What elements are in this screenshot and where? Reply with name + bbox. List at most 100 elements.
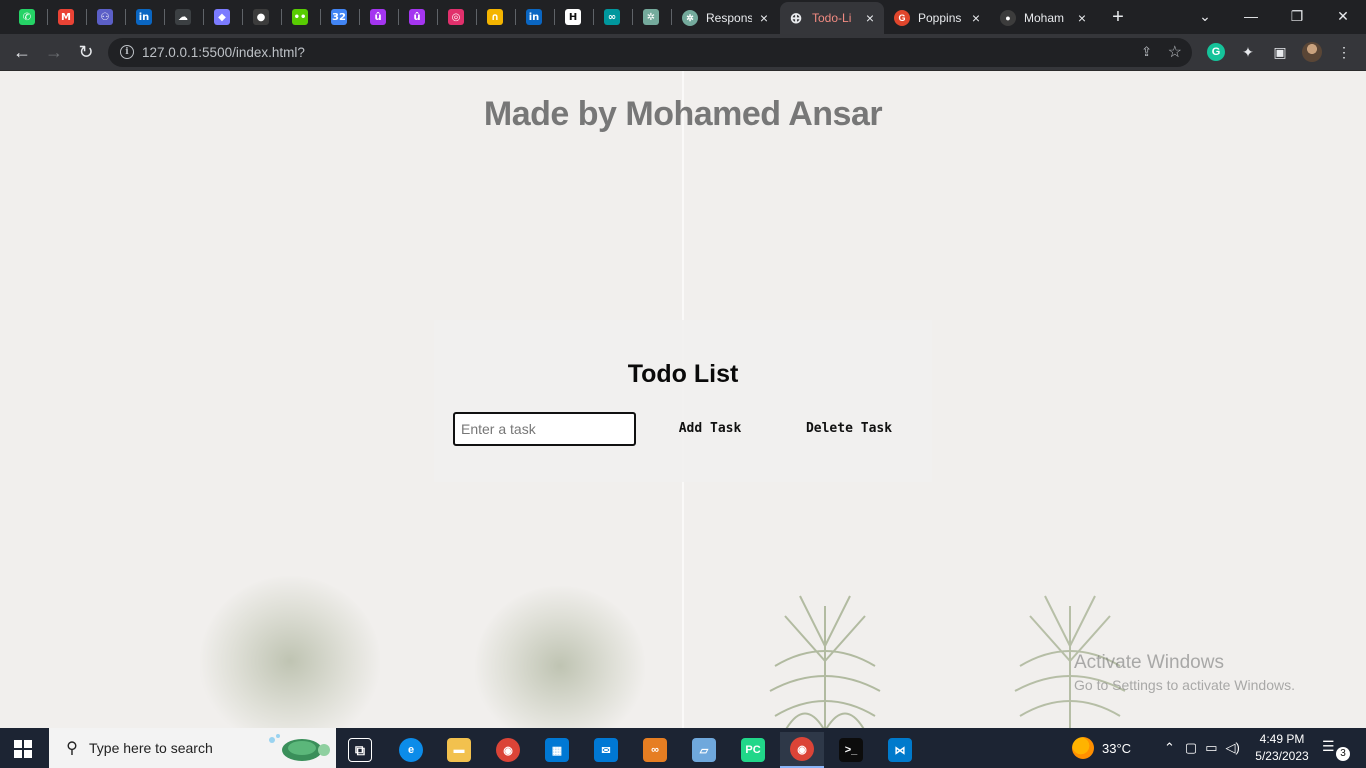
pinned-tab[interactable]: ✲	[632, 4, 670, 30]
taskbar-app[interactable]: ⋈	[878, 732, 922, 768]
pinned-tab[interactable]: ∞	[593, 4, 631, 30]
bookmark-star-icon[interactable]: ☆	[1168, 42, 1182, 62]
pinned-tab[interactable]: ◆	[203, 4, 241, 30]
activation-watermark-title: Activate Windows	[1074, 652, 1224, 673]
taskbar-app[interactable]: ▱	[682, 732, 726, 768]
extensions-puzzle-icon[interactable]: ✦	[1238, 42, 1258, 62]
chatgpt-icon: ✲	[643, 9, 659, 25]
pinned-tab[interactable]: in	[125, 4, 163, 30]
taskbar-app[interactable]: PC	[731, 732, 775, 768]
browser-tab[interactable]: G Poppins ×	[886, 2, 990, 34]
diamond-icon: ◆	[214, 9, 230, 25]
github-icon: ●	[1000, 10, 1016, 26]
show-hidden-icons-chevron-icon[interactable]: ⌃	[1164, 740, 1175, 756]
tab-label: Todo-Li	[812, 11, 852, 25]
task-input[interactable]	[453, 412, 636, 446]
pinned-tab[interactable]: M	[47, 4, 85, 30]
reload-button[interactable]: ↻	[72, 38, 100, 66]
tab-close-icon[interactable]: ×	[758, 10, 770, 26]
tab-close-icon[interactable]: ×	[970, 10, 982, 26]
browser-tab[interactable]: ⊕ Todo-Li ×	[780, 2, 884, 34]
network-icon[interactable]: ▭	[1205, 740, 1217, 756]
weather-icon	[1072, 737, 1094, 759]
tab-search-button[interactable]: ⌄	[1182, 0, 1228, 32]
clock-date: 5/23/2023	[1255, 749, 1309, 763]
volume-icon[interactable]: ◁)	[1226, 740, 1240, 756]
badge-32-icon: 32	[331, 9, 347, 25]
tab-close-icon[interactable]: ×	[864, 10, 876, 26]
pinned-tab[interactable]: ✆	[8, 4, 46, 30]
taskbar-app[interactable]: ◉	[486, 732, 530, 768]
browser-tab[interactable]: ● Moham ×	[992, 2, 1096, 34]
taskbar-app[interactable]: ▦	[535, 732, 579, 768]
udemy-icon: û	[370, 9, 386, 25]
chrome-icon: ◉	[496, 738, 520, 762]
browser-tab[interactable]: ✲ Respons ×	[674, 2, 778, 34]
forward-button[interactable]: →	[40, 38, 68, 66]
todo-title: Todo List	[627, 360, 739, 388]
edge-icon: e	[399, 738, 423, 762]
chrome-menu-icon[interactable]: ⋮	[1334, 42, 1354, 62]
restore-button[interactable]: ❐	[1274, 0, 1320, 32]
duolingo-icon: ••	[292, 9, 308, 25]
taskbar-search[interactable]: ⚲ Type here to search	[49, 728, 336, 768]
meet-now-icon[interactable]: ▢	[1185, 740, 1197, 756]
pinned-tab[interactable]: û	[398, 4, 436, 30]
close-window-button[interactable]: ✕	[1320, 0, 1366, 32]
activation-watermark-subtitle: Go to Settings to activate Windows.	[1074, 677, 1295, 693]
turtle-doodle-icon	[269, 734, 330, 761]
side-panel-icon[interactable]: ▣	[1270, 42, 1290, 62]
share-icon[interactable]: ⇪	[1141, 44, 1152, 60]
search-icon: ⚲	[66, 740, 78, 757]
browser-tab-strip: + ⌄ — ❐ ✕ ✆ M ⚇ in ☁ ◆ ● •• 32 û û ◎ ∩ in H ∞ ✲ ✲ Respons ×…	[0, 0, 1366, 34]
notification-count: 3	[1336, 747, 1350, 761]
back-button[interactable]: ←	[8, 38, 36, 66]
instagram-icon: ◎	[448, 9, 464, 25]
background-plant-blurred	[200, 576, 380, 728]
pinned-tab[interactable]: ●	[242, 4, 280, 30]
chatgpt-icon: ✲	[682, 10, 698, 26]
notes-app-icon: ▱	[692, 738, 716, 762]
pinned-tab[interactable]: 32	[320, 4, 358, 30]
grammarly-extension-icon[interactable]: G	[1206, 42, 1226, 62]
pinned-tab[interactable]: ⚇	[86, 4, 124, 30]
system-clock[interactable]: 4:49 PM 5/23/2023	[1250, 731, 1314, 765]
address-bar[interactable]: i 127.0.0.1:5500/index.html? ⇪ ☆	[108, 38, 1192, 67]
page-title: Made by Mohamed Ansar	[483, 95, 883, 133]
taskbar-app[interactable]: ⧉	[338, 732, 382, 768]
pinned-tab[interactable]: ∩	[476, 4, 514, 30]
background-plant-blurred	[475, 586, 645, 728]
taskbar-app[interactable]: ◉	[780, 732, 824, 768]
pinned-tab[interactable]: in	[515, 4, 553, 30]
start-button[interactable]	[14, 740, 32, 758]
add-task-button[interactable]: Add Task	[674, 416, 746, 440]
background-pineapple	[769, 595, 881, 728]
minimize-button[interactable]: —	[1228, 0, 1274, 32]
taskbar-app[interactable]: ▬	[437, 732, 481, 768]
profile-avatar[interactable]	[1302, 42, 1322, 62]
file-explorer-icon: ▬	[447, 738, 471, 762]
linkedin-icon: in	[136, 9, 152, 25]
new-tab-button[interactable]: +	[1106, 5, 1130, 29]
ms-store-icon: ▦	[545, 738, 569, 762]
tab-close-icon[interactable]: ×	[1076, 10, 1088, 26]
pinned-tab[interactable]: H	[554, 4, 592, 30]
taskbar-app[interactable]: ✉	[584, 732, 628, 768]
tab-label: Poppins	[918, 11, 962, 25]
delete-task-button[interactable]: Delete Task	[804, 416, 894, 440]
pinned-tab[interactable]: û	[359, 4, 397, 30]
site-info-icon[interactable]: i	[120, 45, 134, 59]
globe-icon: ⊕	[789, 10, 803, 27]
pinned-tab[interactable]: ☁	[164, 4, 202, 30]
terminal-icon: >_	[839, 738, 863, 762]
taskbar-app[interactable]: >_	[829, 732, 873, 768]
url-text[interactable]: 127.0.0.1:5500/index.html?	[142, 45, 305, 60]
taskbar-app[interactable]: e	[389, 732, 433, 768]
github-icon: ●	[253, 9, 269, 25]
weather-widget[interactable]: 33°C	[1072, 728, 1131, 768]
pinned-tab[interactable]: ••	[281, 4, 319, 30]
notification-center-icon[interactable]: ☰ 3	[1322, 738, 1350, 761]
taskbar-app[interactable]: ∞	[633, 732, 677, 768]
search-placeholder: Type here to search	[89, 740, 213, 756]
pinned-tab[interactable]: ◎	[437, 4, 475, 30]
